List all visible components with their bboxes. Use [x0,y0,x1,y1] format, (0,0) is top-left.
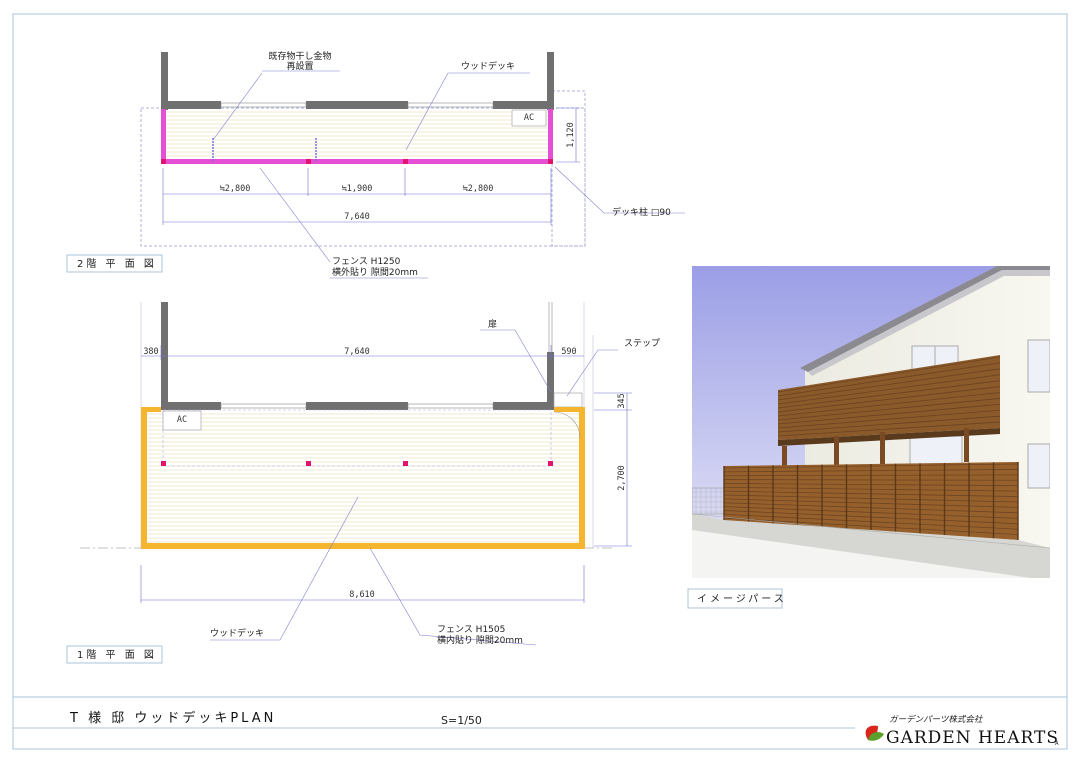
floor2-dim-span2: ≒1,900 [342,184,373,194]
deck-post [548,159,553,164]
floor2-fence-left [161,109,166,164]
floor1-dim-wall: 7,640 [344,347,370,357]
floor2-plan: AC ≒2,800 ≒1,900 ≒2,800 7,640 1,120 既存物干… [66,50,685,279]
floor2-hanger-label-line2: 再設置 [286,60,313,72]
floor2-post-label: デッキ柱 □90 [612,206,671,218]
floor2-outline [140,107,586,247]
leaf-logo-icon [865,725,884,741]
deck-post [964,428,969,462]
deck-post [161,159,166,164]
floor2-ac-label: AC [524,113,534,123]
floor1-fence-label-line1: フェンス H1505 [437,625,505,635]
floor2-wooddeck-label: ウッドデッキ [461,60,515,72]
sheet-mark: A [1055,740,1059,747]
floor1-fence-label-line2: 横内貼り 隙間20mm [437,634,523,646]
deck-post [548,461,553,466]
floor2-hanger-label-line1: 既存物干し金物 [268,50,331,62]
floor2-window [407,102,494,108]
title-block: T 様 邸 ウッドデッキPLAN S=1/50 ガーデンパーツ株式会社 GARD… [69,710,1059,748]
company-name-jp: ガーデンパーツ株式会社 [889,714,984,725]
perspective-title: イメージパース [697,593,787,605]
floor2-fence-label-line1: フェンス H1250 [332,257,401,267]
floor1-wall [161,402,221,410]
floor2-wall [306,101,408,109]
floor2-wall [493,101,554,109]
floor1-window [220,403,307,409]
deck-post [161,461,166,466]
house-window [1027,339,1050,393]
deck-post [880,432,885,466]
floor1-fence-back [141,407,161,412]
floor2-leaders [212,72,685,263]
floor2-fence-front [161,159,553,164]
floor1-plan: AC 380 7,640 590 345 2,700 8,610 扉 ステップ … [66,302,660,664]
floor1-window [407,403,494,409]
company-name-en: GARDEN HEARTS [886,728,1059,748]
floor2-dim-depth: 1,120 [566,122,576,148]
floor1-dim-total: 8,610 [349,590,375,600]
floor1-wall-right [547,352,554,410]
drawing-sheet: AC ≒2,800 ≒1,900 ≒2,800 7,640 1,120 既存物干… [12,13,1068,750]
floor1-door-label: 扉 [488,318,497,330]
floor1-fence-front [141,543,585,549]
floor1-fence-back [554,407,585,412]
floor2-dim-span1: ≒2,800 [220,184,251,194]
floor1-deck-planks [147,413,579,543]
floor2-fence-right [548,109,553,164]
floor1-dim-right: 590 [561,347,576,357]
floor1-wall [306,402,408,410]
deck-post [403,159,408,164]
floor2-wall [161,101,221,109]
floor1-leaders [210,329,618,646]
floor1-dim-depth: 2,700 [617,465,627,491]
house-window [909,435,963,467]
floor2-dim-span3: ≒2,800 [463,184,494,194]
floor1-wooddeck-label: ウッドデッキ [210,627,264,639]
perspective-render: イメージパース [687,266,1050,609]
floor1-step-label: ステップ [624,338,660,349]
floor1-guides [80,302,612,549]
deck-post [306,159,311,164]
floor2-title: 2階 平 面 図 [77,258,157,270]
floor1-fence-left [141,407,147,548]
house-window [1027,443,1050,489]
plan-title: T 様 邸 ウッドデッキPLAN [69,710,276,726]
floor2-window [220,102,307,108]
floor1-fence-right [579,407,585,548]
floor1-ac-label: AC [177,415,187,425]
floor1-dim-left: 380 [143,347,158,357]
floor2-fence-label-line2: 横外貼り 隙間20mm [332,266,418,278]
floor1-title: 1階 平 面 図 [77,649,157,661]
scale-label: S=1/50 [441,714,482,727]
deck-post [403,461,408,466]
floor1-wall [493,402,554,410]
floor1-dim-step-depth: 345 [617,393,627,408]
deck-post [306,461,311,466]
floor2-deck-planks [166,111,548,157]
floor1-step [553,392,583,408]
floor2-dim-total: 7,640 [344,212,370,222]
